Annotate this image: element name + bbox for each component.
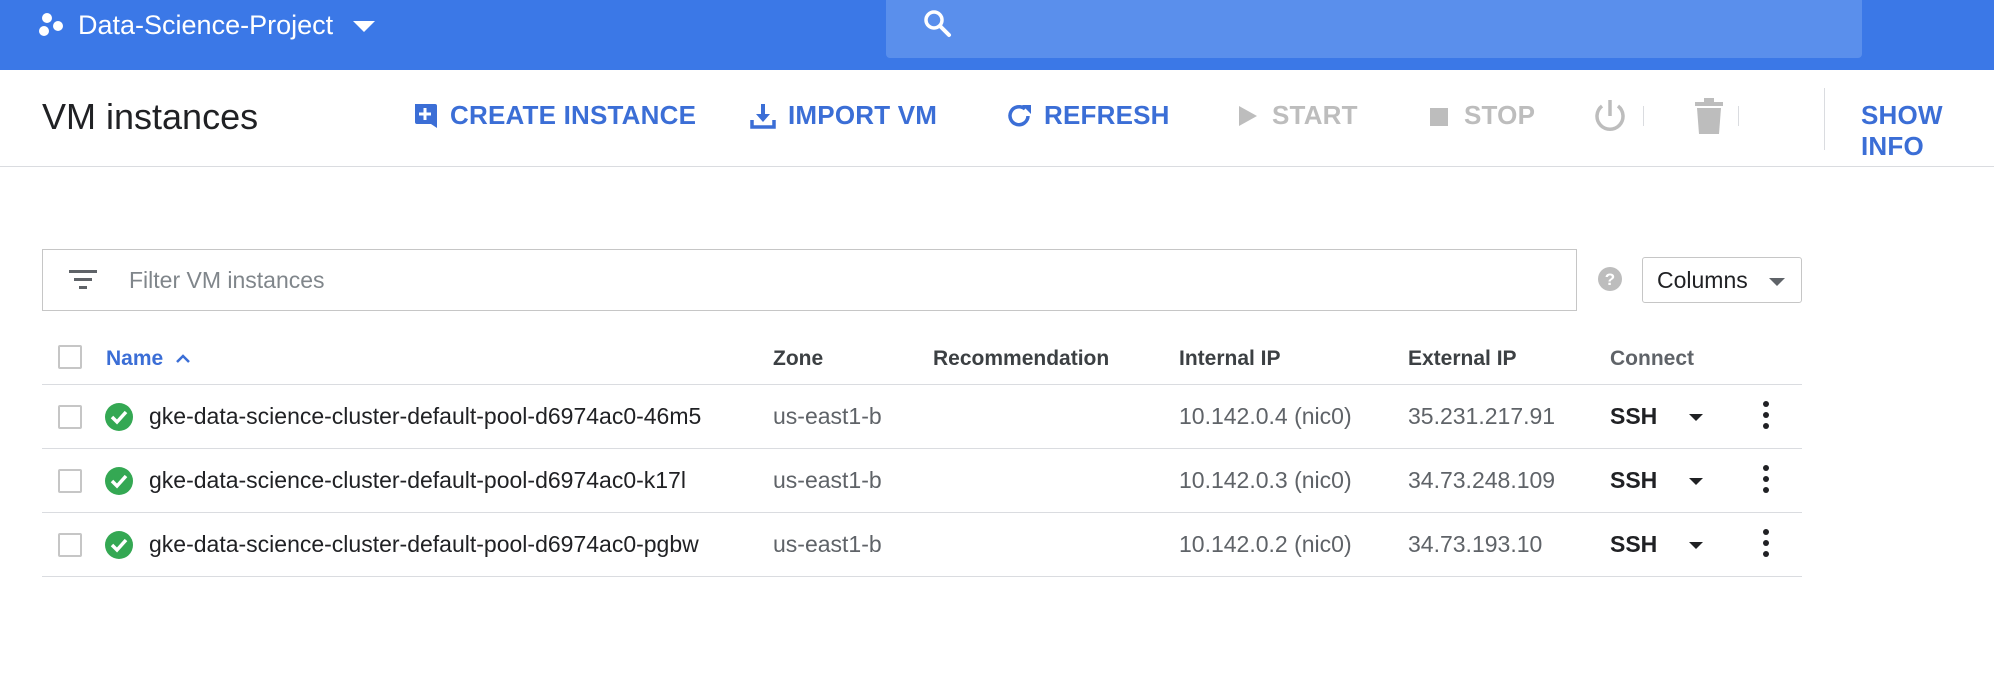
status-indicator <box>104 385 134 448</box>
column-header-external-ip: External IP <box>1408 346 1517 370</box>
status-indicator <box>104 513 134 576</box>
table-row: gke-data-science-cluster-default-pool-d6… <box>42 385 1802 449</box>
instance-internal-ip: 10.142.0.3 (nic0) <box>1179 467 1352 493</box>
check-circle-icon <box>105 530 133 559</box>
play-icon <box>1239 105 1257 126</box>
search-icon <box>924 10 951 37</box>
start-button[interactable]: START <box>1232 100 1358 131</box>
filter-input[interactable] <box>127 260 1527 300</box>
ssh-button[interactable]: SSH <box>1610 513 1657 576</box>
column-header-recommendation: Recommendation <box>933 346 1110 370</box>
toolbar-divider <box>1738 106 1739 126</box>
sort-ascending-icon <box>176 353 191 363</box>
power-icon[interactable] <box>1590 96 1630 136</box>
download-icon <box>750 103 776 129</box>
instance-zone: us-east1-b <box>773 403 882 429</box>
toolbar-divider <box>1824 88 1825 150</box>
column-header-connect: Connect <box>1610 346 1694 370</box>
trash-icon[interactable] <box>1692 96 1726 136</box>
create-instance-button[interactable]: CREATE INSTANCE <box>410 100 696 131</box>
page-toolbar: VM instances CREATE INSTANCE IMPORT VM R… <box>0 70 1994 167</box>
top-bar: Data-Science-Project <box>0 0 1994 70</box>
refresh-label: REFRESH <box>1044 100 1170 130</box>
page-title: VM instances <box>42 96 259 137</box>
project-selector[interactable]: Data-Science-Project <box>38 0 376 50</box>
chevron-down-icon <box>1769 278 1785 286</box>
row-checkbox[interactable] <box>58 405 82 429</box>
columns-button[interactable]: Columns <box>1642 257 1802 303</box>
check-circle-icon <box>105 402 133 431</box>
ssh-dropdown-icon[interactable] <box>1689 414 1703 421</box>
create-instance-label: CREATE INSTANCE <box>450 100 697 130</box>
instance-name[interactable]: gke-data-science-cluster-default-pool-d6… <box>149 385 701 448</box>
ssh-button[interactable]: SSH <box>1610 449 1657 512</box>
stop-icon <box>1430 107 1448 126</box>
select-all-checkbox[interactable] <box>58 345 82 369</box>
stop-label: STOP <box>1464 100 1536 130</box>
instance-name[interactable]: gke-data-science-cluster-default-pool-d6… <box>149 513 699 576</box>
ssh-dropdown-icon[interactable] <box>1689 542 1703 549</box>
svg-text:?: ? <box>1605 270 1615 289</box>
start-label: START <box>1272 100 1358 130</box>
table-header: Name Zone Recommendation Internal IP Ext… <box>42 333 1802 385</box>
more-vert-icon[interactable] <box>1760 465 1772 497</box>
import-vm-button[interactable]: IMPORT VM <box>748 100 937 131</box>
ssh-dropdown-icon[interactable] <box>1689 478 1703 485</box>
instance-internal-ip: 10.142.0.4 (nic0) <box>1179 403 1352 429</box>
row-checkbox[interactable] <box>58 533 82 557</box>
instance-name[interactable]: gke-data-science-cluster-default-pool-d6… <box>149 449 686 512</box>
instance-external-ip[interactable]: 35.231.217.91 <box>1408 385 1555 448</box>
show-info-label: SHOW INFO <box>1861 100 1943 161</box>
column-header-internal-ip: Internal IP <box>1179 346 1281 370</box>
search-bar[interactable] <box>886 0 1862 58</box>
project-dots-icon <box>39 13 63 36</box>
instance-zone: us-east1-b <box>773 467 882 493</box>
filter-bar[interactable] <box>42 249 1577 311</box>
row-checkbox[interactable] <box>58 469 82 493</box>
check-circle-icon <box>105 466 133 495</box>
more-vert-icon[interactable] <box>1760 529 1772 561</box>
help-icon[interactable]: ? <box>1597 266 1623 292</box>
column-header-zone: Zone <box>773 346 824 370</box>
project-name: Data-Science-Project <box>78 9 334 40</box>
instance-external-ip[interactable]: 34.73.248.109 <box>1408 449 1555 512</box>
import-vm-label: IMPORT VM <box>788 100 938 130</box>
toolbar-divider <box>1643 106 1644 126</box>
table-row: gke-data-science-cluster-default-pool-d6… <box>42 513 1802 577</box>
chevron-down-icon <box>353 20 376 32</box>
more-vert-icon[interactable] <box>1760 401 1772 433</box>
add-box-icon <box>415 103 437 128</box>
vm-instances-table: Name Zone Recommendation Internal IP Ext… <box>42 333 1802 577</box>
column-header-name[interactable]: Name <box>106 333 191 384</box>
refresh-icon <box>1008 104 1031 126</box>
filter-icon <box>69 270 97 289</box>
columns-label: Columns <box>1657 266 1748 293</box>
instance-external-ip[interactable]: 34.73.193.10 <box>1408 513 1542 576</box>
table-row: gke-data-science-cluster-default-pool-d6… <box>42 449 1802 513</box>
status-indicator <box>104 449 134 512</box>
ssh-button[interactable]: SSH <box>1610 385 1657 448</box>
show-info-button[interactable]: SHOW INFO <box>1861 100 1994 162</box>
instance-zone: us-east1-b <box>773 531 882 557</box>
refresh-button[interactable]: REFRESH <box>1004 100 1170 131</box>
instance-internal-ip: 10.142.0.2 (nic0) <box>1179 531 1352 557</box>
stop-button[interactable]: STOP <box>1424 100 1535 131</box>
